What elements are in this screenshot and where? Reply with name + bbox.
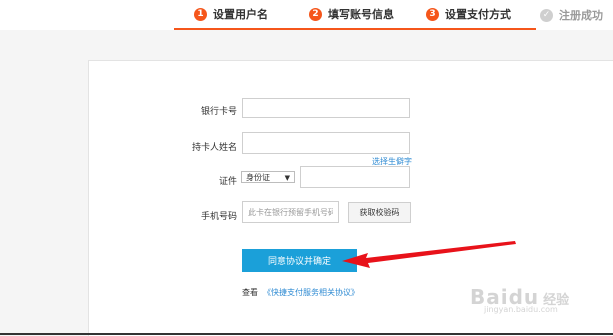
phone-input[interactable] (242, 201, 339, 223)
check-icon: ✓ (540, 8, 553, 22)
watermark-url: jingyan.baidu.com (484, 305, 558, 314)
step-3-label: 设置支付方式 (445, 8, 511, 21)
step-1-number: 1 (194, 7, 207, 21)
step-2-number: 2 (309, 7, 322, 21)
phone-label: 手机号码 (200, 212, 237, 222)
holder-name-input[interactable] (242, 132, 410, 154)
agreement-link[interactable]: 《快捷支付服务相关协议》 (263, 287, 359, 298)
red-arrow-icon (342, 241, 516, 268)
id-type-select[interactable]: 身份证 ▼ (241, 171, 295, 183)
step-3-number: 3 (426, 7, 439, 21)
card-number-input[interactable] (242, 98, 410, 118)
step-4-label: 注册成功 (559, 9, 603, 22)
step-register-success: ✓ 注册成功 (520, 0, 603, 30)
holder-name-label: 持卡人姓名 (191, 143, 237, 153)
step-set-payment: 3 设置支付方式 (400, 0, 536, 30)
steps-bar: 1 设置用户名 2 填写账号信息 3 设置支付方式 ✓ 注册成功 (0, 0, 613, 30)
id-type-selected: 身份证 (246, 172, 270, 182)
get-code-button[interactable]: 获取校验码 (348, 202, 411, 223)
id-number-input[interactable] (300, 166, 410, 188)
dropdown-caret-icon: ▼ (284, 174, 290, 182)
watermark: Baidu 经验 jingyan.baidu.com (470, 285, 569, 314)
id-label: 证件 (218, 177, 237, 187)
step-1-label: 设置用户名 (213, 8, 268, 21)
step-2-label: 填写账号信息 (328, 8, 394, 21)
agreement-prefix: 查看 (242, 288, 258, 297)
card-number-label: 银行卡号 (200, 107, 237, 117)
